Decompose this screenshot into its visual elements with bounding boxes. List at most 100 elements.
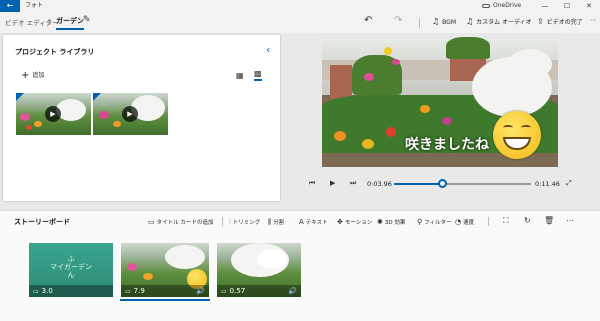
- used-in-project-marker: [16, 93, 24, 101]
- selected-card-indicator: [120, 299, 210, 301]
- audio-icon[interactable]: 🔊: [288, 285, 297, 297]
- text-button[interactable]: A テキスト: [299, 218, 328, 226]
- onedrive-status[interactable]: OneDrive: [482, 0, 521, 12]
- export-icon: ⇪: [537, 17, 544, 26]
- toolbar-divider: [419, 18, 420, 28]
- preview-flower: [392, 59, 400, 65]
- 3d-effects-button[interactable]: ✺ 3D 効果: [377, 218, 405, 226]
- seek-bar-progress: [394, 183, 442, 185]
- small-grid-view-icon[interactable]: ▦: [236, 71, 244, 80]
- storyboard-video-card[interactable]: ▭ 7.9 🔊: [121, 243, 209, 297]
- used-in-project-marker: [93, 93, 101, 101]
- image-icon: ▭: [33, 288, 39, 295]
- preview-flower: [384, 47, 392, 55]
- project-library-panel: プロジェクト ライブラリ ‹ + 追加 ▦ ▩ ▶ ▶: [3, 35, 280, 201]
- redo-icon[interactable]: ↷: [394, 15, 402, 26]
- preview-flower: [334, 131, 346, 141]
- title-card-line: ふ: [67, 255, 75, 263]
- bgm-button[interactable]: ♫ BGM: [432, 17, 456, 26]
- close-button[interactable]: ✕: [583, 0, 595, 12]
- maximize-button[interactable]: ☐: [561, 0, 573, 12]
- preview-foliage: [446, 37, 490, 59]
- library-thumbnail-clip-1[interactable]: ▶: [16, 93, 91, 135]
- split-button[interactable]: ⫼ 分割: [268, 218, 284, 227]
- 3d-effects-label: 3D 効果: [384, 220, 406, 226]
- split-icon: ⫼: [268, 218, 272, 226]
- music-note-icon: ♫: [432, 17, 440, 26]
- onedrive-label: OneDrive: [493, 2, 522, 9]
- collapse-library-icon[interactable]: ‹: [266, 43, 270, 56]
- undo-icon[interactable]: ↶: [364, 15, 372, 26]
- preview-flower: [364, 73, 374, 81]
- motion-icon: ✥: [337, 218, 343, 226]
- more-options-icon[interactable]: ⋯: [566, 216, 574, 225]
- video-preview[interactable]: 咲きましたね: [322, 35, 558, 167]
- filters-label: フィルター: [424, 220, 452, 226]
- custom-audio-icon: ♫: [466, 17, 474, 26]
- add-title-card-button[interactable]: ▭ タイトル カードの追加: [148, 218, 213, 226]
- split-label: 分割: [273, 220, 285, 226]
- fullscreen-icon[interactable]: ⤢: [566, 179, 572, 188]
- minimize-button[interactable]: —: [539, 0, 551, 12]
- preview-caption-text: 咲きましたね: [405, 137, 489, 153]
- trim-icon: ⫶: [229, 218, 231, 226]
- preview-flower: [362, 139, 374, 149]
- card-footer: ▭ 3.0: [29, 285, 113, 297]
- add-media-button[interactable]: + 追加: [21, 70, 44, 81]
- play-button[interactable]: ▶: [330, 179, 335, 187]
- forward-icon[interactable]: ⏭: [350, 179, 356, 188]
- current-time: 0:03.96: [367, 180, 392, 188]
- large-grid-view-icon[interactable]: ▩: [254, 69, 262, 81]
- seek-bar-thumb[interactable]: [437, 179, 447, 188]
- add-media-label: 追加: [32, 72, 45, 79]
- trim-button[interactable]: ⫶ トリミング: [229, 218, 260, 227]
- delete-icon[interactable]: 🗑: [544, 216, 554, 225]
- audio-icon[interactable]: 🔊: [196, 285, 205, 297]
- editor-toolbar: ビデオ エディター › ガーデン ✎ ↶ ↷ ♫ BGM ♫ カスタム オーディオ …: [0, 12, 600, 33]
- preview-flower: [442, 117, 452, 125]
- emoji-mouth: [503, 137, 531, 150]
- text-label: テキスト: [305, 220, 328, 226]
- library-thumbnail-clip-2[interactable]: ▶: [93, 93, 168, 135]
- title-card-line: マイガーデン: [50, 263, 92, 271]
- app-title: フォト: [25, 2, 44, 9]
- rename-pencil-icon[interactable]: ✎: [83, 15, 91, 25]
- speed-button[interactable]: ◔ 速度: [455, 218, 474, 226]
- back-button[interactable]: ←: [0, 0, 20, 12]
- title-bar: ← フォト OneDrive — ☐ ✕: [0, 0, 600, 12]
- filters-icon: ⚲: [417, 218, 423, 226]
- speed-icon: ◔: [455, 218, 462, 226]
- storyboard-title-card[interactable]: ふ マイガーデン ん ▭ 3.0: [29, 243, 113, 297]
- project-name: ガーデン: [56, 16, 84, 30]
- more-options-icon[interactable]: ⋯: [590, 17, 596, 24]
- finish-video-button[interactable]: ⇪ ビデオの完了: [537, 17, 583, 26]
- custom-audio-button[interactable]: ♫ カスタム オーディオ: [466, 17, 532, 26]
- preview-white-flowers: [508, 49, 552, 79]
- breadcrumb-separator: ›: [48, 16, 52, 25]
- emoji-eye: [521, 125, 531, 130]
- card-duration: 3.0: [41, 287, 53, 295]
- cloud-icon: [482, 3, 490, 8]
- card-duration: 0.57: [229, 287, 246, 295]
- storyboard-video-card[interactable]: ▭ 0.57 🔊: [217, 243, 301, 297]
- play-icon: ▶: [45, 106, 61, 122]
- trim-label: トリミング: [232, 220, 261, 226]
- motion-button[interactable]: ✥ モーション: [337, 218, 372, 226]
- bgm-label: BGM: [442, 19, 457, 26]
- custom-audio-label: カスタム オーディオ: [476, 19, 532, 26]
- card-footer: ▭ 7.9 🔊: [121, 285, 209, 297]
- resize-icon[interactable]: ⛶: [503, 216, 509, 226]
- preview-flower: [386, 127, 396, 137]
- plus-icon: +: [21, 70, 30, 81]
- rotate-icon[interactable]: ↻: [524, 216, 531, 225]
- 3d-effects-icon: ✺: [377, 218, 383, 226]
- preview-flower: [420, 105, 430, 113]
- speed-label: 速度: [463, 220, 475, 226]
- library-title: プロジェクト ライブラリ: [15, 48, 95, 56]
- finish-video-label: ビデオの完了: [546, 19, 583, 26]
- seek-bar[interactable]: [394, 179, 531, 188]
- title-card-text: ふ マイガーデン ん: [29, 255, 113, 279]
- filters-button[interactable]: ⚲ フィルター: [417, 218, 452, 226]
- rewind-icon[interactable]: ⏮: [309, 179, 315, 188]
- emoji-eye: [503, 125, 513, 130]
